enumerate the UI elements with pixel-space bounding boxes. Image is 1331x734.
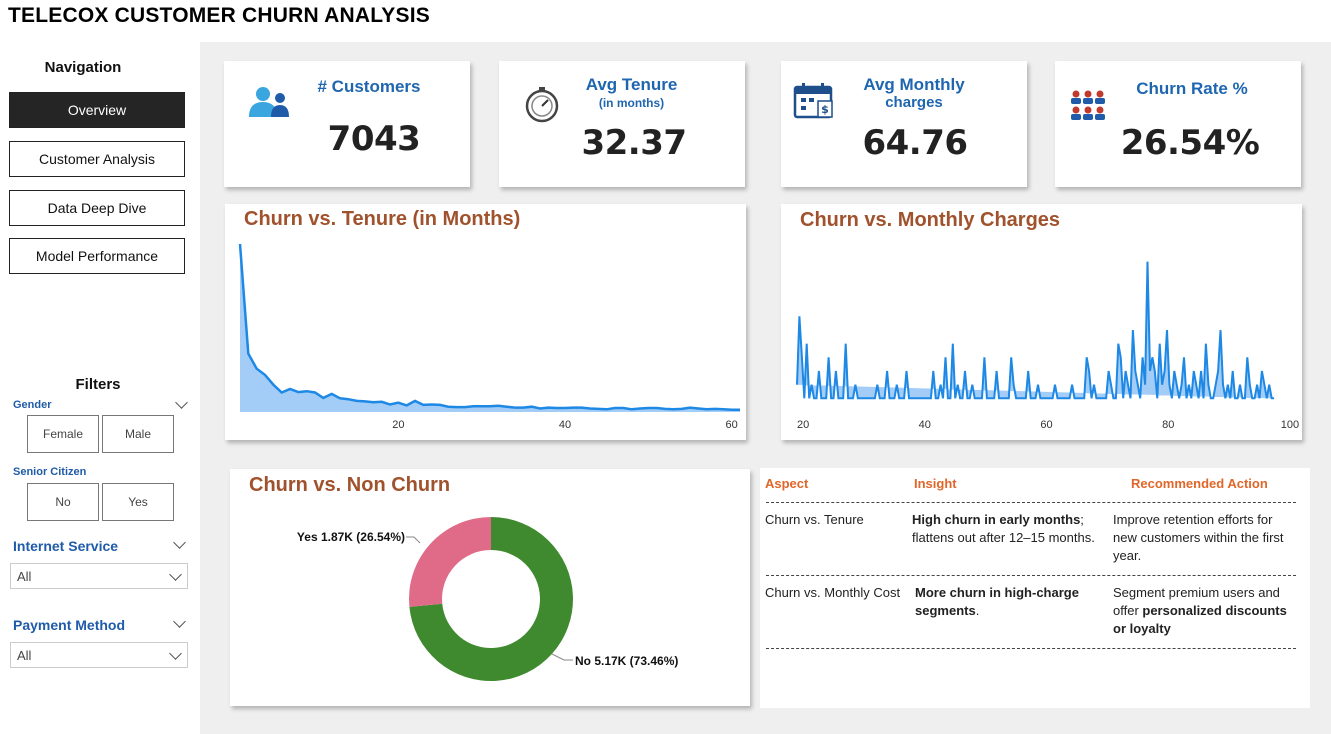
kpi-avg-tenure-label: Avg Tenure — [585, 75, 678, 94]
chevron-down-icon — [169, 647, 182, 660]
monthly-series-line — [796, 261, 1275, 400]
x-tick-label: 80 — [1162, 419, 1174, 431]
senior-citizen-filter-label: Senior Citizen — [13, 466, 87, 478]
row2-aspect: Churn vs. Monthly Cost — [765, 585, 901, 600]
row2-insight-bold: More churn in high-charge segments — [915, 585, 1079, 618]
row2-insight-rest: . — [975, 603, 980, 618]
kpi-card-customers: # Customers 7043 — [224, 61, 470, 187]
row1-action: Improve retention efforts for new custom… — [1113, 511, 1298, 565]
table-header-action: Recommended Action — [1131, 476, 1268, 491]
nav-model-performance-button[interactable]: Model Performance — [9, 238, 185, 274]
filters-heading: Filters — [75, 376, 121, 393]
kpi-customers-label: # Customers — [317, 77, 421, 96]
kpi-avg-tenure-sublabel: (in months) — [598, 96, 665, 110]
kpi-avg-monthly-label: Avg Monthly — [863, 75, 965, 94]
stopwatch-icon — [525, 87, 559, 123]
table-divider — [766, 502, 1296, 503]
payment-method-value: All — [17, 647, 32, 663]
gender-female-chip[interactable]: Female — [27, 415, 99, 453]
nav-customer-analysis-button[interactable]: Customer Analysis — [9, 141, 185, 177]
row1-action-text: Improve retention efforts for new custom… — [1113, 512, 1284, 563]
navigation-heading: Navigation — [44, 59, 122, 76]
gender-male-chip[interactable]: Male — [102, 415, 174, 453]
nav-overview-button[interactable]: Overview — [9, 92, 185, 128]
kpi-avg-monthly-sublabel: charges — [885, 94, 943, 111]
kpi-customers-value: 7043 — [327, 119, 421, 159]
kpi-card-avg-tenure: Avg Tenure (in months) 32.37 — [499, 61, 745, 187]
donut-label-no: No 5.17K (73.46%) — [575, 654, 678, 668]
senior-yes-chip[interactable]: Yes — [102, 483, 174, 521]
x-tick-label: 100 — [1281, 419, 1299, 431]
table-divider — [766, 648, 1296, 649]
churn-vs-monthly-card: Churn vs. Monthly Charges 20 40 60 80 100 — [781, 204, 1302, 440]
donut-label-yes: Yes 1.87K (26.54%) — [297, 530, 405, 544]
x-tick-label: 40 — [919, 419, 931, 431]
x-tick-label: 60 — [1040, 419, 1052, 431]
kpi-churn-rate-value: 26.54% — [1120, 123, 1260, 163]
internet-service-dropdown[interactable]: All — [10, 563, 188, 589]
sidebar: Navigation Overview Customer Analysis Da… — [0, 42, 200, 734]
row2-insight: More churn in high-charge segments. — [915, 584, 1100, 620]
row1-insight-bold: High churn in early months — [912, 512, 1081, 527]
nav-data-deep-dive-button[interactable]: Data Deep Dive — [9, 190, 185, 226]
churn-vs-monthly-chart: 20 40 60 80 100 — [796, 261, 1299, 431]
internet-service-filter-label: Internet Service — [13, 538, 119, 554]
table-header-insight: Insight — [914, 476, 957, 491]
gender-filter-label: Gender — [13, 399, 52, 411]
people-group-icon — [1071, 90, 1105, 120]
churn-vs-tenure-chart: 20 40 60 — [238, 243, 740, 431]
kpi-avg-monthly-value: 64.76 — [862, 123, 968, 163]
svg-text:$: $ — [821, 103, 829, 116]
churn-donut-chart: Yes 1.87K (26.54%) No 5.17K (73.46%) — [297, 517, 678, 681]
payment-method-dropdown[interactable]: All — [10, 642, 188, 668]
x-tick-label: 40 — [559, 419, 571, 431]
kpi-card-avg-monthly: $ Avg Monthly charges 64.76 — [781, 61, 1027, 187]
internet-service-value: All — [17, 568, 32, 584]
kpi-avg-tenure-value: 32.37 — [581, 123, 687, 163]
row1-insight: High churn in early months; flattens out… — [912, 511, 1104, 547]
internet-service-collapse-chevron-icon[interactable] — [173, 536, 186, 549]
tenure-series-line — [238, 243, 740, 412]
x-tick-label: 60 — [726, 419, 738, 431]
kpi-card-churn-rate: Churn Rate % 26.54% — [1055, 61, 1301, 187]
x-tick-label: 20 — [797, 419, 809, 431]
chevron-down-icon — [169, 568, 182, 581]
gender-collapse-chevron-icon[interactable] — [175, 396, 188, 409]
payment-method-filter-label: Payment Method — [13, 617, 126, 633]
table-header-aspect: Aspect — [765, 476, 809, 491]
kpi-churn-rate-label: Churn Rate % — [1136, 79, 1248, 98]
customers-icon — [249, 87, 289, 117]
row1-aspect: Churn vs. Tenure — [765, 512, 864, 527]
table-divider — [766, 575, 1296, 576]
row2-action: Segment premium users and offer personal… — [1113, 584, 1303, 638]
x-tick-label: 20 — [392, 419, 404, 431]
churn-vs-tenure-card: Churn vs. Tenure (in Months) 20 40 60 — [225, 204, 746, 440]
donut-slice-yes — [408, 517, 491, 607]
payment-method-collapse-chevron-icon[interactable] — [173, 615, 186, 628]
churn-vs-non-churn-card: Churn vs. Non Churn Yes 1.87K (26.54%) N… — [230, 469, 750, 706]
page-title: TELECOX CUSTOMER CHURN ANALYSIS — [8, 4, 430, 27]
senior-no-chip[interactable]: No — [27, 483, 99, 521]
calendar-dollar-icon: $ — [793, 83, 833, 119]
tenure-series-area — [240, 244, 740, 412]
